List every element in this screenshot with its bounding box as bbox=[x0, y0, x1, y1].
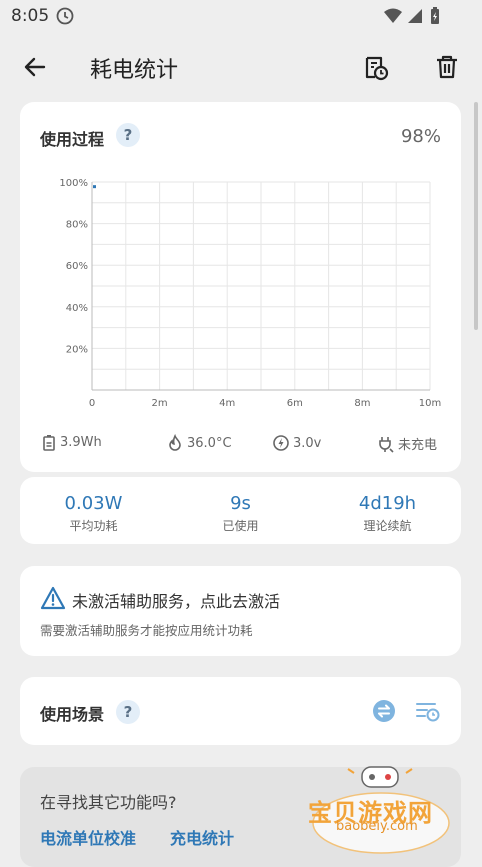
avg-power-value: 0.03W bbox=[64, 493, 123, 514]
scene-help-icon[interactable]: ? bbox=[116, 700, 140, 724]
stat-temp: 36.0°C bbox=[166, 434, 232, 452]
battery-icon bbox=[431, 7, 439, 24]
flame-icon bbox=[169, 434, 181, 451]
x-tick-label: 0 bbox=[89, 398, 95, 409]
x-tick-label: 2m bbox=[152, 398, 168, 409]
battery-chart: 20% 40% 60% 80% 100% 0 2m 4m 6m 8m 10m bbox=[59, 178, 441, 409]
stat-charging: 未充电 bbox=[377, 434, 437, 453]
more-features-question: 在寻找其它功能吗? bbox=[40, 793, 177, 812]
x-tick-label: 6m bbox=[287, 398, 303, 409]
y-tick-label: 60% bbox=[66, 261, 88, 272]
stat-energy: 3.9Wh bbox=[42, 434, 102, 451]
used-time-value: 9s bbox=[230, 493, 251, 514]
warning-title: 未激活辅助服务，点此去激活 bbox=[72, 592, 281, 611]
history-icon[interactable] bbox=[362, 54, 390, 86]
x-tick-label: 8m bbox=[354, 398, 370, 409]
help-icon[interactable]: ? bbox=[116, 123, 140, 147]
x-tick-label: 4m bbox=[219, 398, 235, 409]
watermark-logo: 宝贝游戏网 baobeiy.com bbox=[306, 765, 456, 857]
accessibility-warning-card[interactable]: 未激活辅助服务，点此去激活 需要激活辅助服务才能按应用统计功耗 bbox=[20, 566, 461, 656]
app-bar: 耗电统计 bbox=[0, 40, 482, 96]
system-icons bbox=[382, 6, 452, 30]
watermark-url: baobeiy.com bbox=[336, 819, 418, 834]
scene-title: 使用场景 bbox=[40, 705, 105, 724]
wifi-icon bbox=[384, 8, 402, 23]
metric-used-time: 9s 已使用 bbox=[167, 493, 314, 534]
status-bar: 8:05 bbox=[0, 0, 482, 32]
scene-card: 使用场景 ? bbox=[20, 677, 461, 745]
battery-outline-icon bbox=[43, 435, 55, 451]
metrics-card: 0.03W 平均功耗 9s 已使用 4d19h 理论续航 bbox=[20, 477, 461, 544]
charging-status: 未充电 bbox=[398, 438, 438, 453]
status-time: 8:05 bbox=[11, 6, 50, 26]
y-tick-label: 100% bbox=[59, 178, 88, 189]
usage-title: 使用过程 bbox=[40, 130, 105, 149]
endurance-value: 4d19h bbox=[358, 493, 417, 514]
voltage-value: 3.0v bbox=[293, 435, 322, 451]
page-title: 耗电统计 bbox=[90, 58, 179, 83]
warning-subtitle: 需要激活辅助服务才能按应用统计功耗 bbox=[40, 623, 253, 638]
warning-icon bbox=[40, 586, 66, 614]
usage-card: 使用过程 ? 98% 20% 40% 60% 80% 100% 0 2m 4m 6m 8m 10m … bbox=[20, 102, 461, 472]
energy-value: 3.9Wh bbox=[60, 435, 102, 450]
switch-icon[interactable] bbox=[372, 699, 396, 727]
voltage-icon bbox=[273, 435, 289, 451]
y-tick-label: 80% bbox=[66, 220, 88, 231]
x-tick-label: 10m bbox=[419, 398, 441, 409]
avg-power-label: 平均功耗 bbox=[69, 519, 118, 533]
used-time-label: 已使用 bbox=[222, 519, 259, 533]
signal-icon bbox=[408, 9, 422, 23]
current-calibration-link[interactable]: 电流单位校准 bbox=[40, 825, 136, 849]
endurance-label: 理论续航 bbox=[363, 519, 412, 533]
battery-stats: 3.9Wh 36.0°C 3.0v 未充电 bbox=[20, 434, 461, 454]
data-point bbox=[93, 185, 96, 189]
plug-icon bbox=[379, 436, 394, 453]
charging-stats-link[interactable]: 充电统计 bbox=[170, 825, 234, 849]
schedule-list-icon[interactable] bbox=[415, 699, 441, 727]
metric-endurance: 4d19h 理论续航 bbox=[314, 493, 461, 534]
y-tick-label: 40% bbox=[66, 303, 88, 314]
delete-icon[interactable] bbox=[434, 54, 460, 84]
temperature-value: 36.0°C bbox=[187, 435, 232, 451]
scrollbar[interactable] bbox=[474, 102, 478, 330]
metric-avg-power: 0.03W 平均功耗 bbox=[20, 493, 167, 534]
stat-voltage: 3.0v bbox=[272, 434, 321, 452]
alarm-clock-icon bbox=[56, 7, 74, 29]
battery-percent: 98% bbox=[400, 126, 441, 147]
y-tick-label: 20% bbox=[66, 344, 88, 355]
back-arrow-icon[interactable] bbox=[22, 54, 48, 84]
